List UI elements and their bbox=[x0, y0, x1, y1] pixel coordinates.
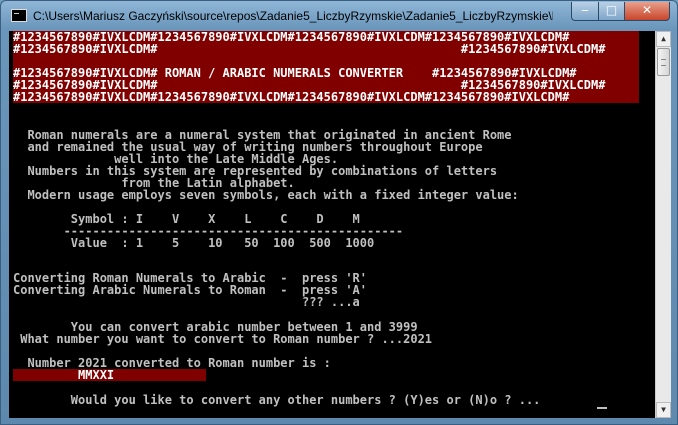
close-button[interactable]: ✕ bbox=[624, 2, 670, 21]
console-output[interactable]: #1234567890#IVXLCDM#1234567890#IVXLCDM#1… bbox=[9, 31, 655, 418]
banner-line: #1234567890#IVXLCDM# #1234567890#IVXLCDM… bbox=[13, 42, 606, 56]
number-prompt: What number you want to convert to Roman… bbox=[13, 332, 433, 346]
maximize-button[interactable]: □ bbox=[598, 2, 625, 21]
vertical-scrollbar[interactable]: ▲ ▼ bbox=[655, 31, 671, 418]
banner-line: #1234567890#IVXLCDM#1234567890#IVXLCDM#1… bbox=[13, 90, 570, 104]
value-row: Value : 1 5 10 50 100 500 1000 bbox=[13, 236, 375, 250]
intro-line: Modern usage employs seven symbols, each… bbox=[13, 188, 519, 202]
scrollbar-thumb[interactable] bbox=[657, 48, 670, 76]
again-prompt: Would you like to convert any other numb… bbox=[13, 393, 541, 407]
result-value: MMXXI bbox=[13, 368, 115, 382]
window-title: C:\Users\Mariusz Gaczyński\source\repos\… bbox=[33, 9, 553, 23]
scroll-down-arrow-icon[interactable]: ▼ bbox=[656, 402, 671, 418]
scroll-up-arrow-icon[interactable]: ▲ bbox=[656, 31, 671, 47]
console-app-icon[interactable] bbox=[11, 9, 27, 22]
title-bar[interactable]: C:\Users\Mariusz Gaczyński\source\repos\… bbox=[1, 1, 677, 31]
text-cursor bbox=[597, 407, 607, 409]
menu-choice-prompt: ??? ...a bbox=[13, 295, 360, 309]
console-window: C:\Users\Mariusz Gaczyński\source\repos\… bbox=[0, 0, 678, 425]
minimize-button[interactable]: ‒ bbox=[571, 2, 599, 21]
